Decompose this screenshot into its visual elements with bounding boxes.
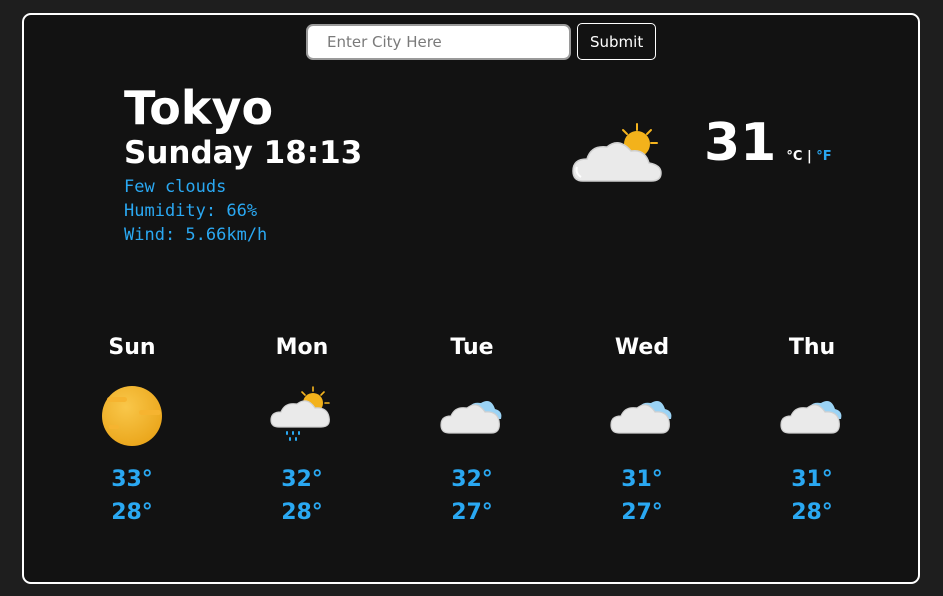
forecast-day: Thu 31° 28° <box>727 333 897 529</box>
current-temperature-block: 31 °C | °F <box>704 113 832 173</box>
sun-cloud-rain-icon <box>270 386 330 441</box>
forecast-high-temp: 31° <box>791 467 833 492</box>
forecast-day: Mon 32° 28° <box>217 333 387 529</box>
forecast-day-name: Mon <box>275 335 329 360</box>
celsius-toggle[interactable]: °C <box>786 149 802 164</box>
day-time: Sunday 18:13 <box>124 135 363 171</box>
city-search-form: Submit <box>306 23 657 60</box>
forecast-high-temp: 32° <box>281 467 323 492</box>
forecast-high-temp: 31° <box>621 467 663 492</box>
forecast-day-name: Sun <box>108 335 156 360</box>
city-search-input[interactable] <box>306 23 571 60</box>
cloud-icon <box>440 401 502 434</box>
forecast-high-temp: 33° <box>111 467 153 492</box>
fahrenheit-toggle[interactable]: °F <box>816 149 831 164</box>
forecast-day-name: Tue <box>450 335 494 360</box>
wind-text: Wind: 5.66km/h <box>124 225 268 245</box>
city-name: Tokyo <box>124 81 274 135</box>
forecast-day: Sun 33° 28° <box>47 333 217 529</box>
forecast-low-temp: 28° <box>281 500 323 525</box>
forecast-low-temp: 28° <box>111 500 153 525</box>
submit-button[interactable]: Submit <box>577 23 657 60</box>
forecast-low-temp: 27° <box>451 500 493 525</box>
forecast-low-temp: 27° <box>621 500 663 525</box>
cloud-icon <box>610 401 672 434</box>
forecast-day: Tue 32° 27° <box>387 333 557 529</box>
weather-description: Few clouds <box>124 177 227 197</box>
sun-icon <box>102 386 162 446</box>
forecast-high-temp: 32° <box>451 467 493 492</box>
forecast-row: Sun 33° 28° Mon 32° 28° Tue 32° 27° Wed … <box>47 333 897 529</box>
unit-separator: | <box>806 149 812 164</box>
unit-toggle: °C | °F <box>786 149 831 164</box>
forecast-day-name: Wed <box>614 335 670 360</box>
current-temperature: 31 <box>704 113 777 173</box>
forecast-low-temp: 28° <box>791 500 833 525</box>
forecast-day: Wed 31° 27° <box>557 333 727 529</box>
humidity-text: Humidity: 66% <box>124 201 258 221</box>
partly-cloudy-icon <box>572 123 662 182</box>
cloud-icon <box>780 401 842 434</box>
weather-app-panel: Submit Tokyo Sunday 18:13 Few clouds Hum… <box>22 13 920 584</box>
forecast-day-name: Thu <box>788 335 836 360</box>
current-weather-info: Tokyo Sunday 18:13 Few clouds Humidity: … <box>124 81 362 247</box>
